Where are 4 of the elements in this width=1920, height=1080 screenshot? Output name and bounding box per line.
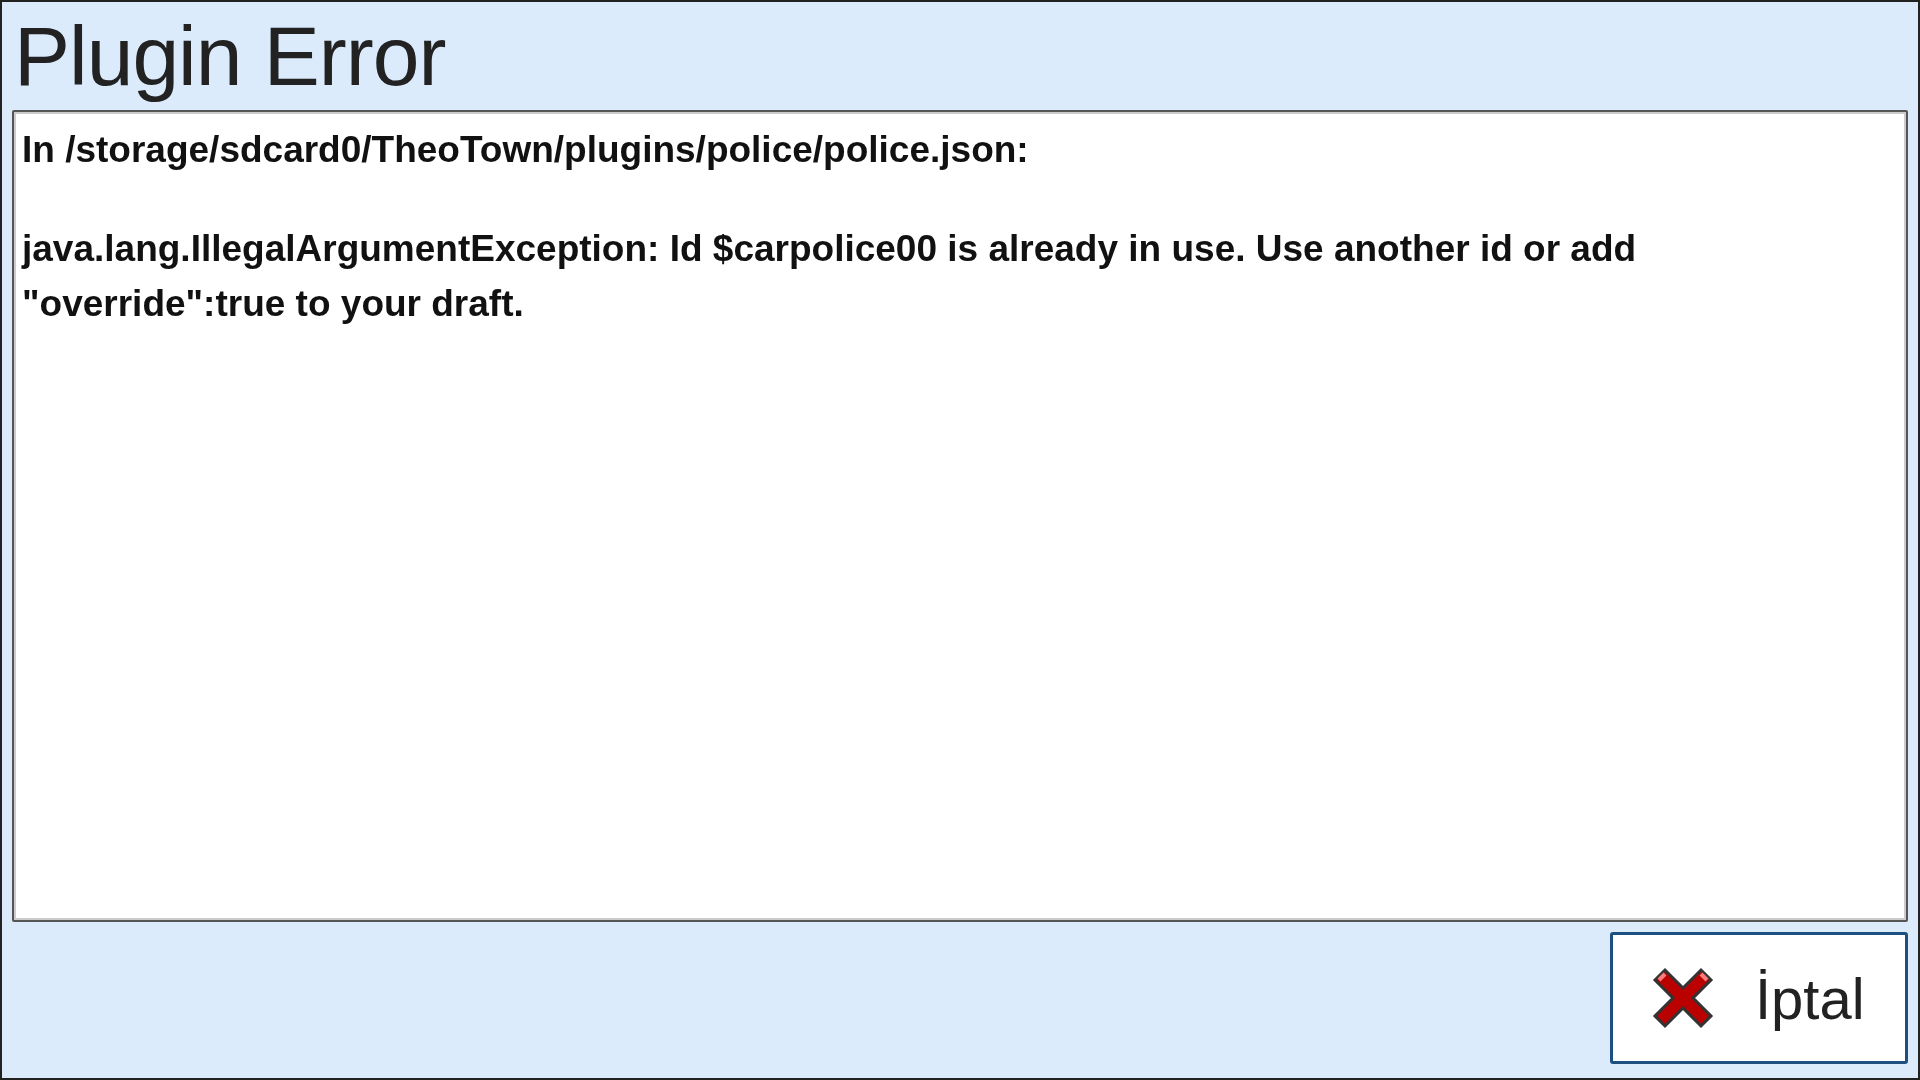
- error-message: java.lang.IllegalArgumentException: Id $carpolice00 is already in use. Use another id or add "override":true to your draft.: [22, 227, 1638, 326]
- cancel-button[interactable]: İptal: [1610, 932, 1908, 1064]
- dialog-title: Plugin Error: [14, 8, 447, 105]
- error-message: In /storage/sdcard0/TheoTown/plugins/police/police.json:: [22, 128, 1030, 172]
